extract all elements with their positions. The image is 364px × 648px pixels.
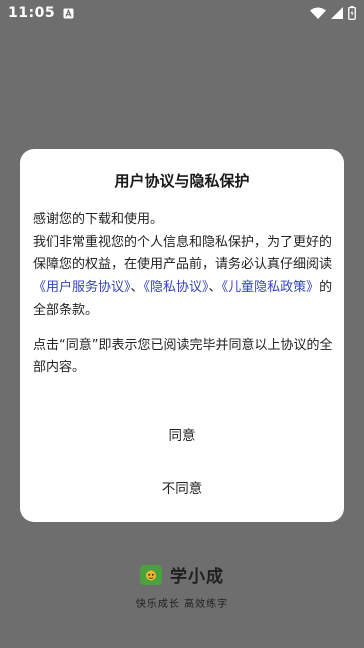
agree-button[interactable]: 同意 [20,425,344,447]
wifi-icon [310,7,326,19]
brand-name: 学小成 [170,567,224,587]
dialog-title: 用户协议与隐私保护 [114,172,250,190]
battery-icon [348,6,356,20]
separator: 、 [208,280,222,296]
user-service-agreement-link[interactable]: 《用户服务协议》 [33,280,131,295]
privacy-notice: 我们非常重视您的个人信息和隐私保护，为了更好的保障您的权益，在使用产品前，请务必… [33,232,333,323]
privacy-notice-lead: 我们非常重视您的个人信息和隐私保护，为了更好的保障您的权益，在使用产品前，请务必… [33,234,333,273]
status-time: 11:05 [8,5,56,21]
privacy-dialog: 用户协议与隐私保护 感谢您的下载和使用。 我们非常重视您的个人信息和隐私保护，为… [20,149,344,522]
disagree-button[interactable]: 不同意 [20,478,344,500]
privacy-agreement-link[interactable]: 《隐私协议》 [144,280,209,295]
status-right [310,6,356,20]
child-privacy-policy-link[interactable]: 《儿童隐私政策》 [222,280,320,295]
separator: 、 [130,280,144,296]
status-bar: 11:05 [0,0,364,26]
signal-icon [331,7,343,19]
status-left: 11:05 [8,5,74,21]
thanks-text: 感谢您的下载和使用。 [33,212,164,227]
a-app-icon [63,8,74,19]
app-logo-icon [140,564,162,585]
brand-footer: 学小成 快乐成长 高效练字 [0,562,364,610]
consent-text: 点击“同意”即表示您已阅读完毕并同意以上协议的全部内容。 [33,337,333,376]
dialog-body: 感谢您的下载和使用。 我们非常重视您的个人信息和隐私保护，为了更好的保障您的权益… [33,209,333,380]
brand-row: 学小成 [0,562,364,587]
brand-slogan: 快乐成长 高效练字 [135,599,229,610]
